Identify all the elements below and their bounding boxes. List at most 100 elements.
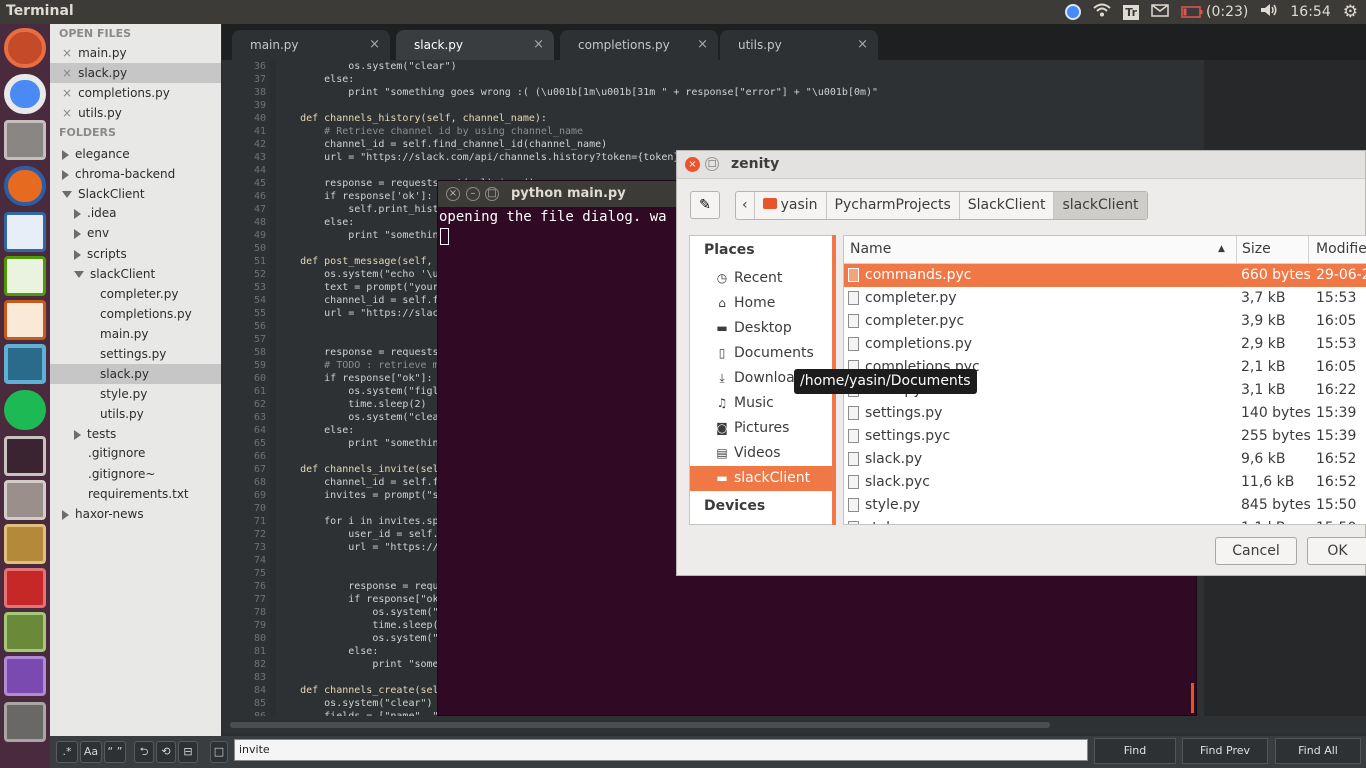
column-modified[interactable]: Modified (1316, 241, 1366, 257)
impress-icon[interactable] (4, 300, 46, 340)
breadcrumb-back-button[interactable]: ‹ (736, 192, 755, 219)
breadcrumb-item[interactable]: PycharmProjects (827, 192, 960, 219)
dialog-titlebar[interactable]: × □ zenity (677, 151, 1365, 179)
minimize-icon[interactable]: – (466, 187, 480, 201)
file-item[interactable]: main.py (50, 324, 221, 344)
clock[interactable]: 16:54 (1290, 4, 1330, 20)
scrollbar-thumb[interactable] (230, 722, 1050, 728)
file-item[interactable]: style.py (50, 384, 221, 404)
mail-icon[interactable] (1151, 3, 1169, 21)
ubuntu-icon[interactable] (4, 28, 46, 68)
file-row[interactable]: settings.pyc 255 bytes 15:39 (844, 425, 1366, 448)
spotify-icon[interactable] (4, 390, 46, 430)
file-item[interactable]: requirements.txt (50, 484, 221, 504)
file-item[interactable]: slack.py (50, 364, 221, 384)
file-item[interactable]: utils.py (50, 404, 221, 424)
folder-item[interactable]: SlackClient (50, 184, 221, 204)
code-line[interactable]: # Retrieve channel id by using channel_n… (276, 125, 1366, 138)
place-slackclient[interactable]: ▬ slackClient (690, 466, 835, 491)
find-button[interactable]: Find (1094, 738, 1176, 764)
app-icon[interactable] (4, 344, 46, 384)
firefox-icon[interactable] (4, 166, 46, 206)
options-toggle[interactable]: □ (210, 741, 228, 763)
folder-item[interactable]: elegance (50, 144, 221, 164)
close-icon[interactable]: × (533, 37, 544, 52)
file-item[interactable]: .gitignore (50, 443, 221, 463)
file-item[interactable]: .gitignore~ (50, 464, 221, 484)
tab-completions-py[interactable]: completions.py × (560, 30, 718, 60)
app-icon[interactable] (4, 656, 46, 696)
file-row[interactable]: completer.py 3,7 kB 15:53 (844, 287, 1366, 310)
breadcrumb-item-current[interactable]: slackClient (1054, 192, 1147, 219)
code-line[interactable]: print "something goes wrong :( (\u001b[1… (276, 86, 1366, 99)
pencil-icon[interactable]: ✎ (690, 191, 720, 219)
tab-slack-py[interactable]: slack.py × (396, 30, 554, 60)
highlight-toggle[interactable]: ⊟ (178, 741, 198, 763)
folder-item[interactable]: scripts (50, 244, 221, 264)
tab-utils-py[interactable]: utils.py × (720, 30, 878, 60)
breadcrumb-item[interactable]: SlackClient (960, 192, 1055, 219)
maximize-icon[interactable]: □ (705, 157, 719, 171)
terminal-scrollbar[interactable] (1191, 683, 1194, 713)
folder-item[interactable]: haxor-news (50, 504, 221, 524)
gear-icon[interactable]: ⚙ (1343, 2, 1358, 22)
file-dialog[interactable]: × □ zenity ✎ ‹ yasin PycharmProjects Sla… (676, 150, 1366, 576)
close-icon[interactable]: × (446, 187, 460, 201)
app-icon[interactable] (4, 524, 46, 564)
regex-toggle[interactable]: .* (56, 741, 78, 763)
breadcrumb-item-home[interactable]: yasin (755, 192, 827, 219)
chrome-launcher-icon[interactable] (4, 74, 46, 114)
file-row[interactable]: style.py 845 bytes 15:50 (844, 494, 1366, 517)
place-videos[interactable]: ▤ Videos (690, 441, 835, 466)
file-item[interactable]: completer.py (50, 284, 221, 304)
case-toggle[interactable]: Aa (80, 741, 102, 763)
find-all-button[interactable]: Find All (1275, 738, 1361, 764)
writer-icon[interactable] (4, 212, 46, 252)
chrome-icon[interactable] (1065, 4, 1082, 20)
filezilla-icon[interactable] (4, 568, 46, 608)
code-line[interactable]: else: (276, 73, 1366, 86)
file-row[interactable]: completions.py 2,9 kB 15:53 (844, 333, 1366, 356)
volume-icon[interactable] (1260, 3, 1278, 21)
code-line[interactable]: def channels_history(self, channel_name)… (276, 112, 1366, 125)
files-icon[interactable] (4, 120, 46, 160)
calc-icon[interactable] (4, 256, 46, 296)
cancel-button[interactable]: Cancel (1215, 537, 1297, 565)
in-selection-toggle[interactable]: ⟲ (156, 741, 176, 763)
file-item[interactable]: completions.py (50, 304, 221, 324)
file-row[interactable]: slack.py 9,6 kB 16:52 (844, 448, 1366, 471)
column-name[interactable]: Name (850, 241, 891, 257)
horizontal-scrollbar[interactable] (222, 716, 1366, 734)
folder-item[interactable]: env (50, 223, 221, 243)
file-row[interactable]: commands.pyc660 bytes29-06-2016 (844, 264, 1366, 287)
open-file-item[interactable]: × completions.py (50, 83, 221, 103)
file-item[interactable]: settings.py (50, 344, 221, 364)
file-row[interactable]: settings.py 140 bytes 15:39 (844, 402, 1366, 425)
find-prev-button[interactable]: Find Prev (1182, 738, 1268, 764)
code-line[interactable] (276, 99, 1366, 112)
folder-item[interactable]: .idea (50, 203, 221, 223)
open-file-item[interactable]: × utils.py (50, 103, 221, 123)
tab-main-py[interactable]: main.py × (232, 30, 390, 60)
column-size[interactable]: Size (1242, 241, 1271, 257)
folder-item[interactable]: tests (50, 424, 221, 444)
app-icon[interactable] (4, 480, 46, 520)
app-icon[interactable] (4, 612, 46, 652)
keyboard-icon[interactable]: Tr (1123, 4, 1140, 20)
terminal-launcher-icon[interactable] (4, 436, 46, 476)
maximize-icon[interactable]: □ (485, 187, 499, 201)
place-recent[interactable]: ◷ Recent (690, 266, 835, 291)
close-icon[interactable]: × (697, 37, 708, 52)
battery-icon[interactable]: (0:23) (1181, 4, 1248, 20)
folder-item[interactable]: slackClient (50, 264, 221, 284)
file-row[interactable]: style.pyc1,1 kB15:50 (844, 517, 1366, 524)
ok-button[interactable]: OK (1307, 537, 1366, 565)
place-home[interactable]: ⌂ Home (690, 291, 835, 316)
close-icon[interactable]: × (857, 37, 868, 52)
close-icon[interactable]: × (685, 157, 700, 172)
file-row[interactable]: slack.pyc 11,6 kB 16:52 (844, 471, 1366, 494)
wifi-icon[interactable] (1093, 3, 1111, 21)
whole-word-toggle[interactable]: “ ” (104, 741, 126, 763)
find-input[interactable]: invite (234, 739, 1088, 761)
place-documents[interactable]: ▯ Documents (690, 341, 835, 366)
